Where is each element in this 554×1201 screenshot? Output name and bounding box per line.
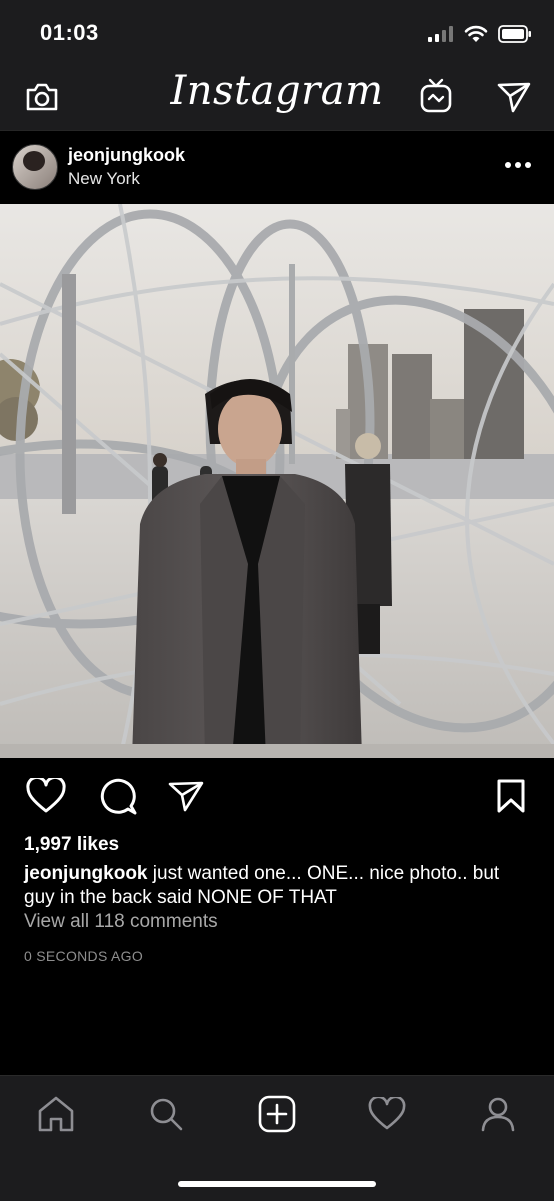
share-icon[interactable] bbox=[166, 776, 206, 816]
search-icon[interactable] bbox=[146, 1094, 186, 1134]
post-caption: jeonjungkook just wanted one... ONE... n… bbox=[24, 862, 534, 910]
view-comments-link[interactable]: View all 118 comments bbox=[24, 911, 218, 933]
status-bar: 01:03 bbox=[0, 0, 554, 64]
post-actions bbox=[0, 758, 554, 834]
activity-heart-icon[interactable] bbox=[367, 1094, 407, 1134]
instagram-logo[interactable]: Instagram bbox=[0, 68, 554, 114]
battery-icon bbox=[498, 25, 531, 43]
post-photo[interactable] bbox=[0, 204, 554, 758]
post-location[interactable]: New York bbox=[68, 169, 140, 189]
post-timestamp: 0 SECONDS AGO bbox=[24, 948, 144, 964]
top-navigation: Instagram bbox=[0, 64, 554, 131]
bookmark-icon[interactable] bbox=[491, 776, 531, 816]
comment-icon[interactable] bbox=[98, 776, 138, 816]
likes-count[interactable]: 1,997 likes bbox=[24, 834, 119, 856]
status-time: 01:03 bbox=[40, 20, 99, 45]
post-header: jeonjungkook New York bbox=[0, 131, 554, 204]
home-icon[interactable] bbox=[36, 1094, 76, 1134]
post-username[interactable]: jeonjungkook bbox=[68, 145, 185, 166]
status-indicators bbox=[428, 22, 532, 46]
wifi-icon bbox=[464, 25, 488, 42]
avatar[interactable] bbox=[12, 144, 58, 190]
home-indicator[interactable] bbox=[178, 1181, 376, 1187]
like-heart-icon[interactable] bbox=[26, 776, 66, 816]
add-post-icon[interactable] bbox=[257, 1094, 297, 1134]
paper-plane-icon[interactable] bbox=[496, 79, 532, 115]
profile-icon[interactable] bbox=[478, 1094, 518, 1134]
more-options-icon[interactable] bbox=[500, 151, 536, 179]
signal-icon bbox=[428, 26, 453, 42]
caption-username[interactable]: jeonjungkook bbox=[24, 863, 148, 884]
igtv-icon[interactable] bbox=[418, 78, 454, 114]
